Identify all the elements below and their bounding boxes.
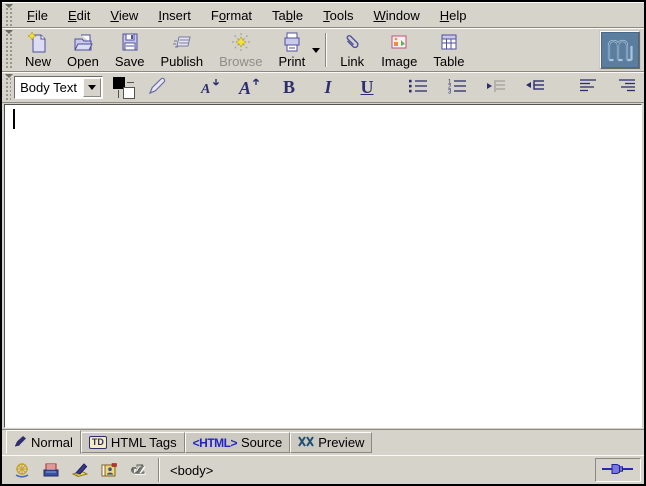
svg-text:A: A (200, 82, 210, 96)
menu-window[interactable]: Window (364, 4, 430, 27)
tab-preview[interactable]: Preview (290, 432, 372, 453)
image-icon (388, 31, 410, 53)
highlight-pen-button[interactable] (144, 75, 170, 100)
indent-button[interactable] (522, 75, 548, 100)
svg-text:3: 3 (448, 90, 452, 95)
print-dropdown-arrow[interactable] (310, 33, 321, 67)
open-button[interactable]: Open (59, 29, 107, 72)
menubar: File Edit View Insert Format Table Tools… (2, 2, 644, 28)
formatbar-grippy[interactable] (4, 74, 11, 101)
mozilla-m-logo-icon (605, 36, 635, 65)
mail-icon[interactable] (41, 461, 61, 479)
online-status-button[interactable] (595, 458, 641, 482)
align-right-icon (618, 78, 636, 97)
numbered-list-button[interactable]: 123 (444, 75, 470, 100)
numbered-list-icon: 123 (447, 78, 467, 97)
outdent-button[interactable] (483, 75, 509, 100)
toolbar-separator (325, 33, 327, 67)
composer-window: File Edit View Insert Format Table Tools… (0, 0, 646, 486)
editmode-tabbar: Normal TD HTML Tags <HTML> Source Previe… (2, 429, 644, 455)
save-button[interactable]: Save (107, 29, 153, 72)
outdent-icon (486, 78, 506, 97)
paragraph-format-select[interactable]: Body Text (14, 76, 103, 99)
paragraph-format-value: Body Text (15, 77, 82, 98)
smaller-font-button[interactable]: A (198, 75, 224, 100)
html-source-icon: <HTML> (193, 436, 237, 450)
align-right-button[interactable] (614, 75, 640, 100)
menu-edit[interactable]: Edit (58, 4, 100, 27)
new-button[interactable]: New (17, 29, 59, 72)
bold-button[interactable]: B (276, 75, 302, 100)
print-button[interactable]: Print (270, 29, 313, 72)
pen-icon (14, 435, 27, 450)
bullet-list-icon (408, 78, 428, 97)
underline-button[interactable]: U (354, 75, 380, 100)
background-color-swatch[interactable] (123, 87, 135, 99)
tab-source[interactable]: <HTML> Source (185, 432, 291, 453)
navigator-icon[interactable] (12, 461, 32, 479)
menu-table[interactable]: Table (262, 4, 313, 27)
print-icon (281, 31, 303, 53)
mozilla-throbber[interactable] (600, 31, 640, 69)
menu-view[interactable]: View (100, 4, 148, 27)
menu-help[interactable]: Help (430, 4, 477, 27)
svg-text:A: A (238, 78, 251, 96)
chatzilla-icon[interactable]: cZ (128, 461, 148, 479)
tab-normal[interactable]: Normal (6, 430, 81, 454)
new-page-icon (27, 31, 49, 53)
online-plug-icon (602, 463, 634, 478)
publish-button[interactable]: Publish (152, 29, 211, 72)
menubar-grippy[interactable] (4, 4, 14, 26)
format-toolbar: Body Text A A B I U 123 (2, 72, 644, 103)
larger-font-button[interactable]: A (237, 75, 263, 100)
menu-tools[interactable]: Tools (313, 4, 363, 27)
toolbar-grippy[interactable] (4, 30, 14, 70)
text-color-picker[interactable] (113, 77, 130, 99)
highlight-pen-icon (147, 76, 167, 99)
larger-font-icon: A (238, 76, 262, 99)
open-folder-icon (72, 31, 94, 53)
menu-format[interactable]: Format (201, 4, 262, 27)
smaller-font-icon: A (199, 76, 223, 99)
image-button[interactable]: Image (373, 29, 425, 72)
save-floppy-icon (119, 31, 141, 53)
element-path: <body> (160, 456, 595, 484)
browse-sparkle-icon (230, 31, 252, 53)
menu-insert[interactable]: Insert (148, 4, 201, 27)
menu-file[interactable]: File (17, 4, 58, 27)
composer-icon[interactable] (70, 461, 90, 479)
td-tag-icon: TD (89, 436, 107, 449)
chevron-down-icon[interactable] (83, 78, 101, 97)
align-left-icon (579, 78, 597, 97)
main-toolbar: New Open Save Publish Browse Print Link (2, 28, 644, 72)
publish-icon (171, 31, 193, 53)
tab-html-tags[interactable]: TD HTML Tags (81, 432, 185, 453)
align-left-button[interactable] (575, 75, 601, 100)
table-button[interactable]: Table (425, 29, 472, 72)
indent-icon (525, 78, 545, 97)
browse-button[interactable]: Browse (211, 29, 270, 72)
link-icon (341, 31, 363, 53)
link-button[interactable]: Link (331, 29, 373, 72)
statusbar: cZ <body> (2, 455, 644, 484)
table-icon (438, 31, 460, 53)
italic-button[interactable]: I (315, 75, 341, 100)
preview-icon (298, 435, 314, 450)
text-caret (13, 109, 15, 129)
component-bar: cZ (2, 456, 158, 484)
document-edit-area[interactable] (4, 104, 642, 428)
addressbook-icon[interactable] (99, 461, 119, 479)
bullet-list-button[interactable] (405, 75, 431, 100)
